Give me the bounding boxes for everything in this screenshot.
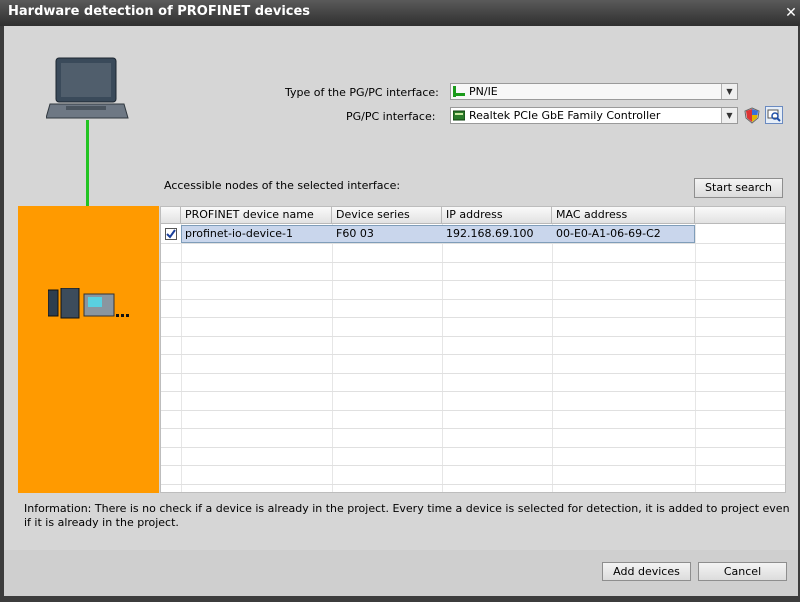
diagnostics-button[interactable] xyxy=(765,106,783,124)
row-gridline xyxy=(161,447,785,448)
pgpc-interface-label: PG/PC interface: xyxy=(346,110,436,123)
table-row[interactable]: profinet-io-device-1 F60 03 192.168.69.1… xyxy=(161,225,785,243)
column-header-device-series[interactable]: Device series xyxy=(332,207,442,224)
row-gridline xyxy=(161,484,785,485)
column-header-ip-address[interactable]: IP address xyxy=(442,207,552,224)
column-divider xyxy=(181,224,182,492)
shield-icon[interactable] xyxy=(744,107,760,124)
column-divider xyxy=(332,224,333,492)
accessible-nodes-label: Accessible nodes of the selected interfa… xyxy=(164,179,401,192)
row-gridline xyxy=(161,428,785,429)
chevron-down-icon[interactable]: ▼ xyxy=(721,108,737,123)
pgpc-interface-dropdown[interactable]: Realtek PCIe GbE Family Controller ▼ xyxy=(450,107,738,124)
pg-pc-laptop-icon xyxy=(46,57,129,119)
column-header-mac-address[interactable]: MAC address xyxy=(552,207,695,224)
network-adapter-icon xyxy=(453,110,465,121)
dialog-footer: Add devices Cancel xyxy=(4,550,798,596)
hardware-detection-dialog: Hardware detection of PROFINET devices ✕… xyxy=(0,0,800,602)
row-gridline xyxy=(161,336,785,337)
magnifier-icon xyxy=(767,109,781,122)
start-search-button[interactable]: Start search xyxy=(694,178,783,198)
interface-type-label: Type of the PG/PC interface: xyxy=(285,86,439,99)
ip-address-cell: 192.168.69.100 xyxy=(446,227,534,240)
row-gridline xyxy=(161,280,785,281)
checkmark-icon xyxy=(166,229,176,239)
accessible-nodes-table: PROFINET device name Device series IP ad… xyxy=(160,206,786,493)
interface-type-value: PN/IE xyxy=(469,85,498,98)
row-gridline xyxy=(161,243,785,244)
mac-address-cell: 00-E0-A1-06-69-C2 xyxy=(556,227,661,240)
row-gridline xyxy=(161,465,785,466)
title-bar[interactable]: Hardware detection of PROFINET devices ✕ xyxy=(0,0,800,26)
pgpc-interface-value: Realtek PCIe GbE Family Controller xyxy=(469,109,661,122)
row-gridline xyxy=(161,317,785,318)
row-gridline xyxy=(161,410,785,411)
add-devices-button[interactable]: Add devices xyxy=(602,562,691,581)
row-checkbox[interactable] xyxy=(165,228,177,240)
chevron-down-icon[interactable]: ▼ xyxy=(721,84,737,99)
column-divider xyxy=(552,224,553,492)
row-gridline xyxy=(161,299,785,300)
row-gridline xyxy=(161,391,785,392)
network-view-panel xyxy=(18,206,159,493)
cancel-button[interactable]: Cancel xyxy=(698,562,787,581)
row-gridline xyxy=(161,354,785,355)
device-name-cell: profinet-io-device-1 xyxy=(185,227,294,240)
close-icon[interactable]: ✕ xyxy=(782,4,800,22)
pn-ie-network-icon xyxy=(453,86,465,97)
column-divider xyxy=(695,224,696,492)
row-gridline xyxy=(161,262,785,263)
column-divider xyxy=(442,224,443,492)
select-column-header xyxy=(161,207,181,224)
column-header-device-name[interactable]: PROFINET device name xyxy=(181,207,332,224)
dialog-content: Type of the PG/PC interface: PN/IE ▼ PG/… xyxy=(4,26,798,550)
row-gridline xyxy=(161,373,785,374)
information-text: Information: There is no check if a devi… xyxy=(24,502,790,529)
interface-type-dropdown[interactable]: PN/IE ▼ xyxy=(450,83,738,100)
profinet-device-icon xyxy=(48,288,129,319)
empty-column-header xyxy=(695,207,785,224)
device-series-cell: F60 03 xyxy=(336,227,374,240)
window-title: Hardware detection of PROFINET devices xyxy=(8,4,311,19)
